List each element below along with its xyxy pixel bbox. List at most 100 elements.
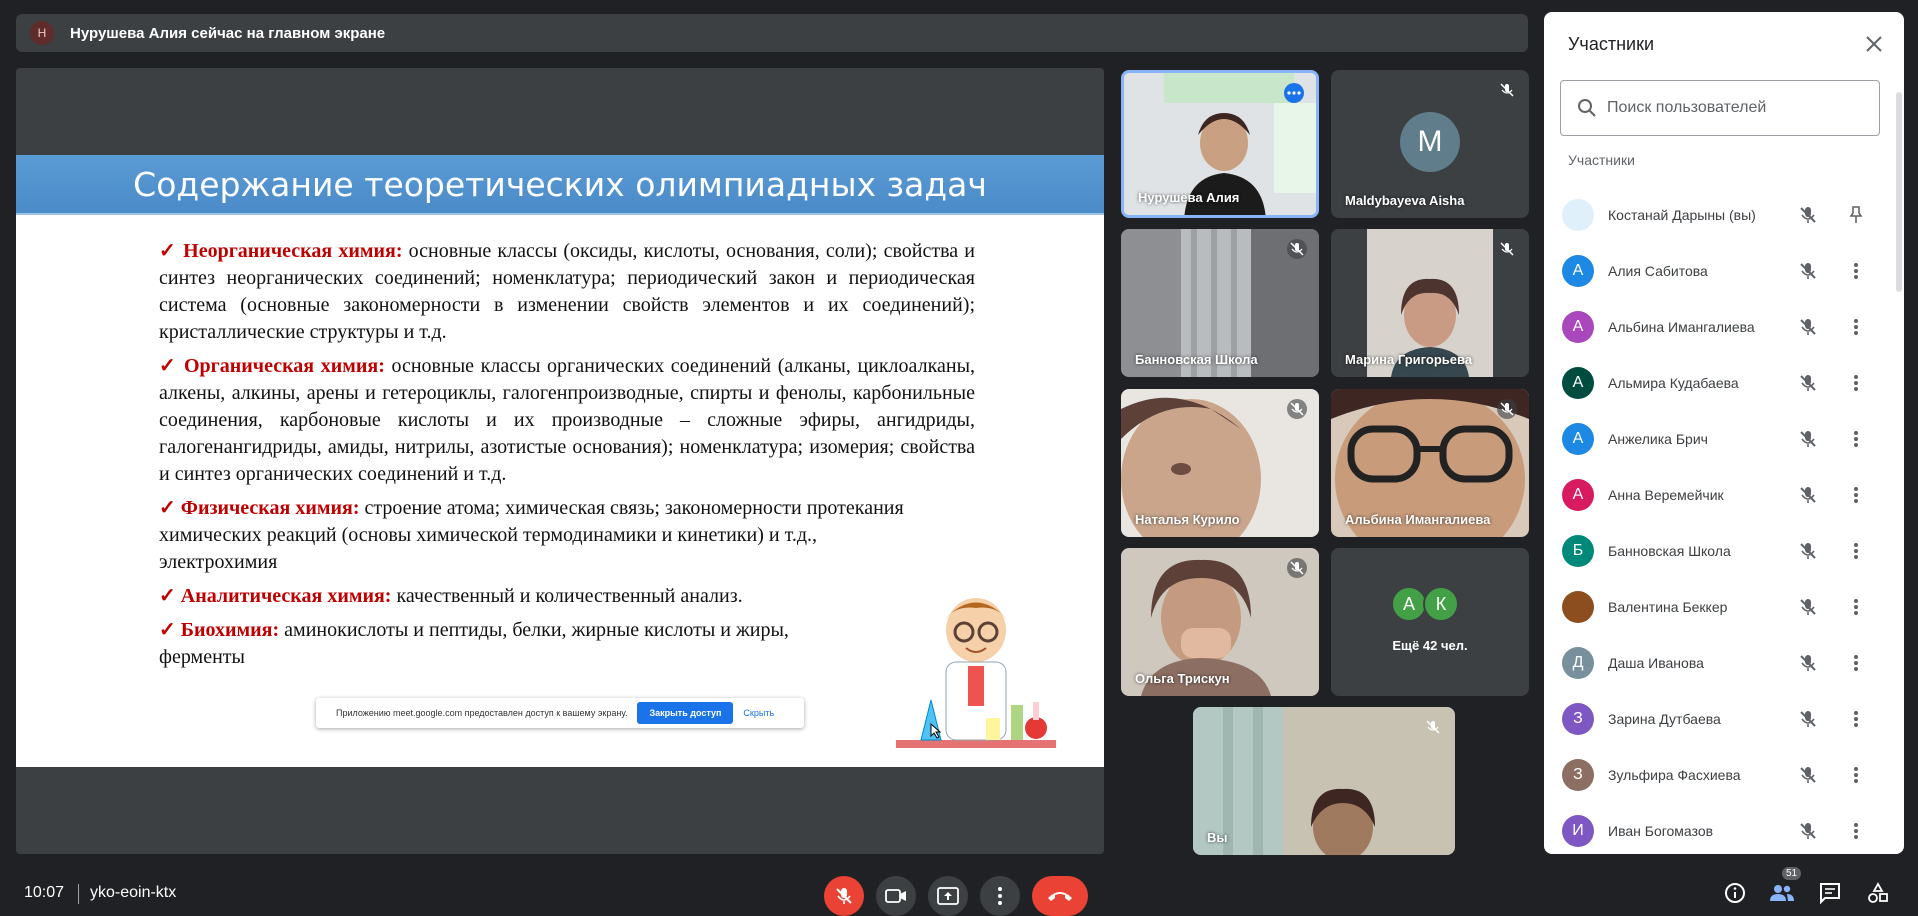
meeting-details-button[interactable] (1722, 880, 1748, 906)
tile-more-participants[interactable]: А К Ещё 42 чел. (1331, 548, 1529, 696)
chat-button[interactable] (1817, 880, 1843, 906)
participant-name: Костанай Дарыны (вы) (1608, 207, 1756, 223)
more-vert-icon[interactable] (1846, 261, 1866, 281)
more-vert-icon[interactable] (1846, 317, 1866, 337)
participant-name: Анна Веремейчик (1608, 487, 1724, 503)
avatar: З (1562, 759, 1594, 791)
presenting-banner: Н Нурушева Алия сейчас на главном экране (16, 14, 1528, 52)
more-count: Ещё 42 чел. (1392, 638, 1468, 653)
mic-off-icon (1798, 765, 1818, 785)
bottom-bar: 10:07 yko-eoin-ktx 51 (0, 867, 1918, 916)
avatar: M (1400, 112, 1460, 172)
more-vert-icon[interactable] (1846, 429, 1866, 449)
tile-maldybayeva[interactable]: M Maldybayeva Aisha (1331, 70, 1529, 218)
avatar: К (1423, 586, 1459, 622)
participant-row[interactable]: А Алия Сабитова (1544, 243, 1894, 299)
slide-item-organic: ✓ Органическая химия: основные классы ор… (159, 355, 976, 485)
more-vert-icon[interactable] (1846, 485, 1866, 505)
camera-toggle-button[interactable] (876, 876, 916, 916)
more-vert-icon[interactable] (1846, 597, 1866, 617)
avatar: Б (1562, 535, 1594, 567)
presenter-avatar: Н (30, 21, 54, 45)
tile-albina[interactable]: Альбина Имангалиева (1331, 389, 1529, 537)
more-vert-icon[interactable] (1846, 709, 1866, 729)
participant-name: Зарина Дутбаева (1608, 711, 1721, 727)
more-vert-icon[interactable] (1846, 541, 1866, 561)
mic-off-icon (1497, 399, 1517, 419)
mic-off-icon (1798, 653, 1818, 673)
participant-name: Даша Иванова (1608, 655, 1704, 671)
search-placeholder: Поиск пользователей (1607, 99, 1767, 116)
tile-bannovskaya[interactable]: Банновская Школа (1121, 229, 1319, 377)
participant-row[interactable]: Костанай Дарыны (вы) (1544, 187, 1894, 243)
participant-row[interactable]: А Анжелика Брич (1544, 411, 1894, 467)
hide-notice-button[interactable]: Скрыть (743, 708, 774, 718)
meet-window: Н Нурушева Алия сейчас на главном экране… (0, 0, 1918, 916)
meeting-code: yko-eoin-ktx (90, 884, 177, 901)
panel-scrollbar[interactable] (1896, 92, 1902, 292)
present-screen-button[interactable] (928, 876, 968, 916)
participant-row[interactable]: И Иван Богомазов (1544, 803, 1894, 854)
tile-presenter[interactable]: Нурушева Алия (1121, 70, 1319, 218)
presentation-stage[interactable]: Содержание теоретических олимпиадных зад… (16, 68, 1104, 854)
tile-name: Марина Григорьева (1345, 352, 1473, 367)
mic-off-icon (1497, 80, 1517, 100)
participant-row[interactable]: З Зарина Дутбаева (1544, 691, 1894, 747)
participant-row[interactable]: Б Банновская Школа (1544, 523, 1894, 579)
pin-icon[interactable] (1846, 205, 1866, 225)
stop-sharing-button[interactable]: Закрыть доступ (637, 702, 734, 724)
participant-row[interactable]: А Альмира Кудабаева (1544, 355, 1894, 411)
tile-name: Нурушева Алия (1138, 190, 1240, 205)
tile-self[interactable]: Вы (1193, 707, 1455, 855)
search-input[interactable]: Поиск пользователей (1560, 80, 1880, 136)
participant-row[interactable]: А Анна Веремейчик (1544, 467, 1894, 523)
mic-off-icon (1798, 205, 1818, 225)
participant-name: Альмира Кудабаева (1608, 375, 1739, 391)
phone-hangup-icon (1048, 892, 1072, 901)
end-call-button[interactable] (1032, 876, 1088, 916)
slide-body: ✓ Неорганическая химия: основные классы … (159, 238, 975, 678)
chat-icon (1820, 883, 1840, 904)
tile-name: Maldybayeva Aisha (1345, 193, 1465, 208)
tile-natalya[interactable]: Наталья Курило (1121, 389, 1319, 537)
mic-toggle-button[interactable] (824, 876, 864, 916)
tile-name: Ольга Трискун (1135, 671, 1230, 686)
shared-slide: Содержание теоретических олимпиадных зад… (16, 155, 1104, 767)
mic-off-icon (1497, 239, 1517, 259)
participants-count-badge: 51 (1782, 867, 1802, 880)
avatar: А (1391, 586, 1427, 622)
avatar: И (1562, 815, 1594, 847)
more-options-button[interactable] (980, 876, 1020, 916)
presenting-text: Нурушева Алия сейчас на главном экране (70, 24, 386, 42)
people-icon (1770, 885, 1794, 901)
participant-name: Анжелика Брич (1608, 431, 1708, 447)
participant-row[interactable]: А Альбина Имангалиева (1544, 299, 1894, 355)
more-vert-icon[interactable] (1846, 821, 1866, 841)
mic-off-icon (1798, 317, 1818, 337)
more-vert-icon[interactable] (1846, 765, 1866, 785)
more-vert-icon[interactable] (1846, 373, 1866, 393)
camera-icon (885, 889, 906, 903)
divider (78, 884, 79, 904)
mic-off-icon (1287, 558, 1307, 578)
scientist-illustration (896, 598, 1056, 748)
more-options-icon[interactable] (1284, 83, 1304, 103)
tile-marina[interactable]: Марина Григорьева (1331, 229, 1529, 377)
participant-row[interactable]: Д Даша Иванова (1544, 635, 1894, 691)
mic-off-icon (1798, 261, 1818, 281)
activities-button[interactable] (1865, 880, 1891, 906)
clock: 10:07 (24, 884, 65, 901)
participant-row[interactable]: Валентина Беккер (1544, 579, 1894, 635)
participant-name: Альбина Имангалиева (1608, 319, 1755, 335)
mic-off-icon (1798, 821, 1818, 841)
close-icon[interactable] (1862, 32, 1886, 56)
slide-item-analytical: ✓ Аналитическая химия: качественный и ко… (159, 585, 743, 607)
tile-olga[interactable]: Ольга Трискун (1121, 548, 1319, 696)
mic-off-icon (1798, 485, 1818, 505)
participant-row[interactable]: З Зульфира Фасхиева (1544, 747, 1894, 803)
avatar (1562, 199, 1594, 231)
share-notice-text: Приложению meet.google.com предоставлен … (336, 708, 628, 718)
avatar: А (1562, 367, 1594, 399)
more-vert-icon[interactable] (1846, 653, 1866, 673)
participants-button[interactable] (1769, 880, 1795, 906)
